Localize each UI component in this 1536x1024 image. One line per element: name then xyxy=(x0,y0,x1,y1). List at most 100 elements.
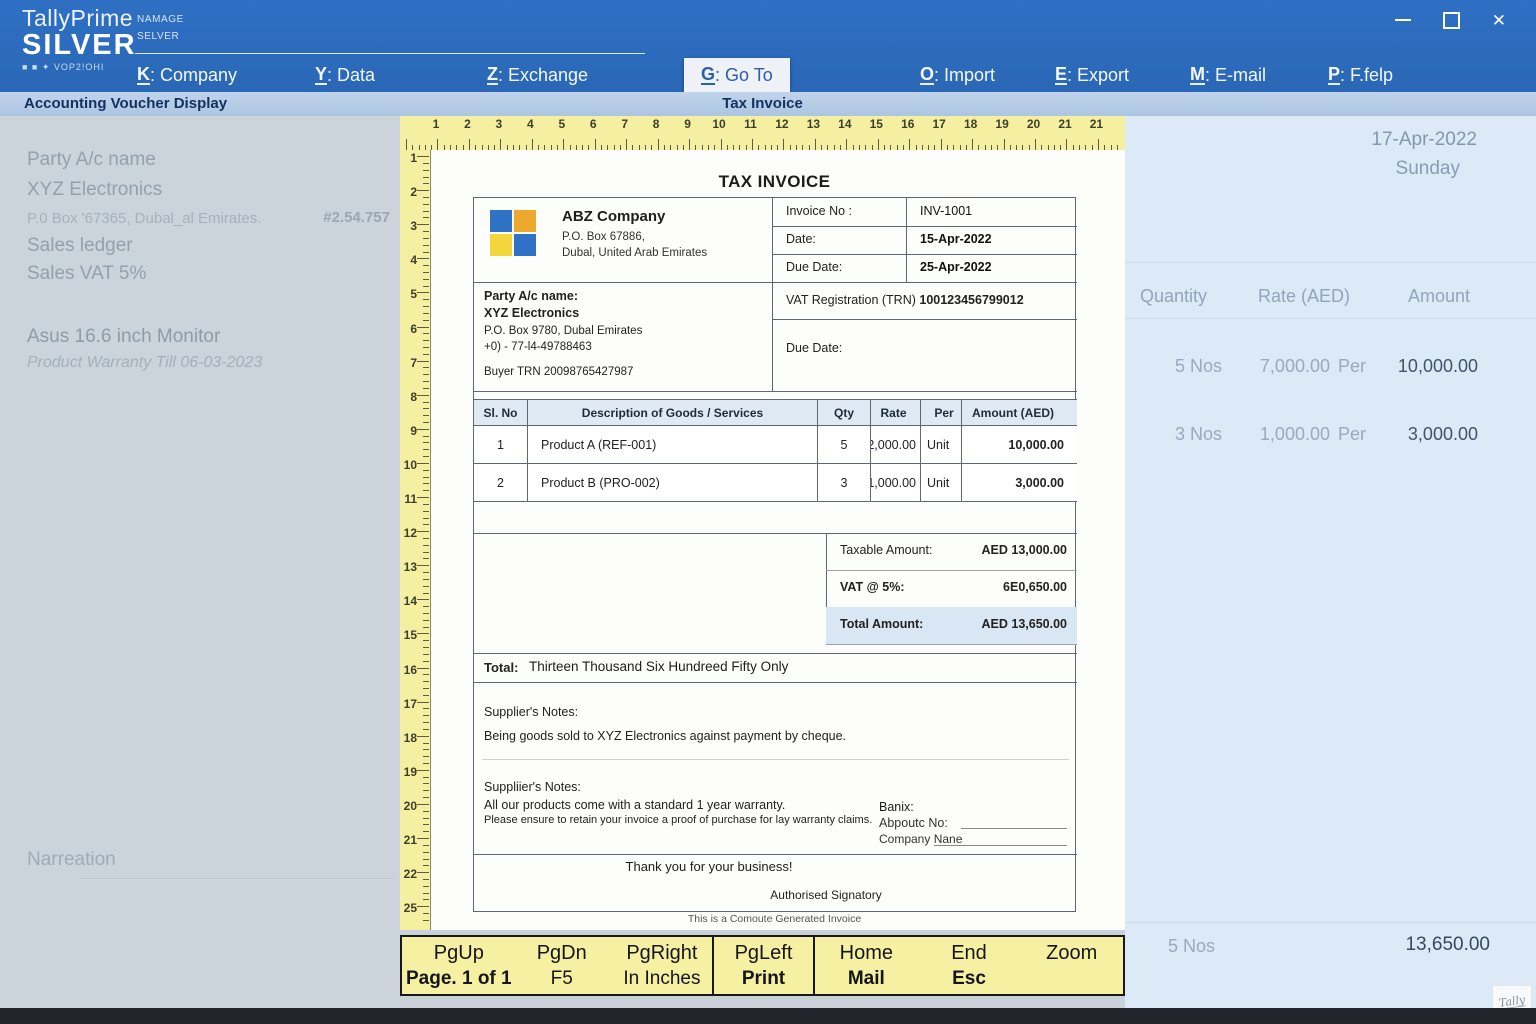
due-date-empty-label: Due Date: xyxy=(786,341,842,355)
ruler-tick xyxy=(500,139,501,150)
ruler-number: 22 xyxy=(400,867,417,881)
preview-title: Tax Invoice xyxy=(400,95,1125,112)
ruler-tick xyxy=(423,381,429,382)
total-row-taxable-amount: Taxable Amount:AED 13,000.00 xyxy=(826,533,1077,571)
items-cell: 3 xyxy=(818,464,871,501)
ruler-number: 21 xyxy=(400,833,417,847)
ruler-tick xyxy=(423,442,429,443)
vat-registration: VAT Registration (TRN) 100123456799012 xyxy=(786,293,1024,307)
menu-item-e-mail[interactable]: M: E-mail xyxy=(1190,58,1266,92)
ruler-number: 12 xyxy=(400,526,417,540)
ruler-tick xyxy=(1035,139,1036,150)
buyer-party-phone: +0) - 77-l4-49788463 xyxy=(484,341,592,353)
ruler-tick xyxy=(423,415,429,416)
ruler-tick xyxy=(406,139,407,150)
items-table-row: 2Product B (PRO-002)31,000.00Unit3,000.0… xyxy=(474,464,1077,502)
ruler-tick xyxy=(595,139,596,150)
row-quantity: 3 Nos xyxy=(1145,424,1222,445)
ruler-number: 13 xyxy=(400,560,417,574)
total-label: VAT @ 5%: xyxy=(840,580,905,594)
grid-line xyxy=(474,653,1077,654)
toolbar-button-home[interactable]: Home Mail xyxy=(815,937,918,994)
ruler-tick xyxy=(423,456,429,457)
toolbar-action-label: Mail xyxy=(848,968,885,990)
ruler-tick xyxy=(423,388,429,389)
ruler-tick xyxy=(423,579,429,580)
party-balance-value: #2.54.757 xyxy=(300,209,390,226)
supplier-notes2-label: Suppliier's Notes: xyxy=(484,780,581,794)
ruler-tick xyxy=(423,524,429,525)
ruler-number: 3 xyxy=(400,219,417,233)
menu-label: : Company xyxy=(150,65,237,86)
menu-item-import[interactable]: O: Import xyxy=(920,58,995,92)
close-icon[interactable]: ✕ xyxy=(1492,12,1506,29)
ruler-tick xyxy=(423,695,429,696)
ruler-tick xyxy=(423,688,429,689)
menu-item-f-felp[interactable]: P: F.felp xyxy=(1328,58,1393,92)
ruler-tick xyxy=(417,599,429,600)
ruler-number: 14 xyxy=(834,117,856,131)
ruler-tick xyxy=(423,893,429,894)
menu-item-exchange[interactable]: Z: Exchange xyxy=(487,58,588,92)
ruler-tick xyxy=(423,831,429,832)
ruler-number: 8 xyxy=(645,117,667,131)
company-logo-icon xyxy=(490,210,536,256)
ruler-tick xyxy=(423,286,429,287)
grid-line xyxy=(772,319,1077,320)
ruler-tick xyxy=(423,252,429,253)
maximize-icon[interactable] xyxy=(1443,12,1460,29)
ruler-tick xyxy=(423,320,429,321)
ruler-tick xyxy=(423,197,429,198)
ruler-tick xyxy=(878,139,879,150)
menu-label: : E-mail xyxy=(1205,65,1266,86)
server-label: NAMAGE SELVER xyxy=(137,11,184,45)
toolbar-button-pgleft[interactable]: PgLeftPrint xyxy=(714,937,813,994)
ruler-tick xyxy=(423,852,429,853)
ruler-number: 10 xyxy=(708,117,730,131)
ruler-tick xyxy=(423,163,429,164)
voucher-date: 17-Apr-2022 xyxy=(1371,129,1477,151)
ruler-tick xyxy=(437,139,438,150)
grid-line xyxy=(474,682,1077,683)
ruler-tick xyxy=(423,504,429,505)
toolbar-button-zoom[interactable]: Zoom xyxy=(1020,937,1123,994)
toolbar-button-pgup[interactable]: PgUpPage. 1 of 1 xyxy=(402,937,512,994)
menu-item-data[interactable]: Y: Data xyxy=(315,58,375,92)
ruler-number: 1 xyxy=(400,151,417,165)
bottom-strip xyxy=(0,1008,1536,1024)
ruler-tick xyxy=(689,139,690,150)
menu-item-company[interactable]: K: Company xyxy=(137,58,237,92)
total-row-total-amount: Total Amount:AED 13,650.00 xyxy=(826,607,1077,645)
toolbar-button-end[interactable]: EndEsc xyxy=(918,937,1021,994)
sales-ledger-label: Sales ledger xyxy=(27,235,133,257)
ruler-tick xyxy=(752,139,753,150)
total-value: AED 13,650.00 xyxy=(982,617,1067,631)
menu-item-export[interactable]: E: Export xyxy=(1055,58,1129,92)
ruler-tick xyxy=(423,354,429,355)
ruler-number: 17 xyxy=(400,697,417,711)
meta-label: Invoice No : xyxy=(786,204,852,218)
row-rate: 1,000.00 xyxy=(1235,424,1330,445)
items-header-cell: Per xyxy=(921,400,962,425)
total-words-label: Total: xyxy=(484,660,518,675)
ruler-tick xyxy=(423,333,429,334)
items-cell: 1,000.00 xyxy=(871,464,921,501)
ruler-number: 16 xyxy=(897,117,919,131)
ruler-number: 15 xyxy=(400,628,417,642)
toolbar-key-label: Home xyxy=(840,942,893,965)
print-preview-area: 12345678910111213141516171819202121 1234… xyxy=(400,116,1125,1008)
ruler-tick xyxy=(423,347,429,348)
toolbar-button-pgdn[interactable]: PgDnF5 xyxy=(512,937,612,994)
menu-divider xyxy=(135,53,645,54)
ruler-number: 2 xyxy=(400,185,417,199)
ruler-tick xyxy=(423,777,429,778)
toolbar-button-pgright[interactable]: PgRightIn Inches xyxy=(612,937,712,994)
total-value: 6E0,650.00 xyxy=(1003,580,1067,594)
menu-item-go-to[interactable]: G: Go To xyxy=(684,58,790,92)
ruler-number: 4 xyxy=(400,253,417,267)
ruler-number: 6 xyxy=(582,117,604,131)
minimize-icon[interactable] xyxy=(1395,19,1411,21)
meta-label: Date: xyxy=(786,232,816,246)
toolbar-action-label: Print xyxy=(742,968,785,990)
ruler-tick xyxy=(423,790,429,791)
